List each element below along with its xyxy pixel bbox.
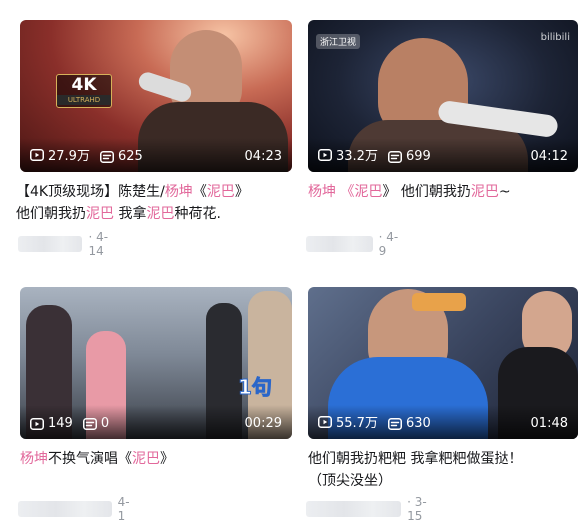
uploader-name-blurred[interactable] — [18, 501, 112, 517]
play-count-icon — [30, 417, 44, 430]
danmaku-icon — [99, 150, 114, 163]
video-thumbnail[interactable]: 4K ULTRAHD 27.9万 625 04:23 — [20, 20, 292, 172]
comments-stat: 699 — [387, 149, 431, 164]
video-meta: · 3-15 — [306, 495, 437, 523]
danmaku-icon — [387, 417, 402, 430]
play-count-icon — [318, 415, 332, 428]
video-meta: · 4-9 — [306, 230, 402, 258]
video-meta: 4-1 — [18, 495, 136, 523]
play-count-icon — [30, 148, 44, 161]
video-duration: 01:48 — [530, 416, 568, 431]
video-title[interactable]: 【4K顶级现场】陈楚生/杨坤《泥巴》 他们朝我扔泥巴 我拿泥巴种荷花. — [16, 181, 292, 225]
comments-stat: 0 — [82, 416, 109, 431]
upload-date: · 3-15 — [407, 495, 427, 523]
video-title[interactable]: 杨坤 《泥巴》 他们朝我扔泥巴~ — [308, 181, 584, 203]
views-stat: 27.9万 — [30, 145, 90, 164]
views-stat: 55.7万 — [318, 412, 378, 431]
video-duration: 00:29 — [244, 416, 282, 431]
uploader-name-blurred[interactable] — [306, 236, 373, 252]
play-count-icon — [318, 148, 332, 161]
video-thumbnail[interactable]: 浙江卫视 bilibili 33.2万 699 04:12 — [308, 20, 578, 172]
video-duration: 04:12 — [530, 149, 568, 164]
comments-stat: 625 — [99, 149, 143, 164]
video-title[interactable]: 他们朝我扔粑粑 我拿粑粑做蛋挞！ （顶尖没坐） — [308, 448, 584, 492]
video-thumbnail[interactable]: 55.7万 630 01:48 — [308, 287, 578, 439]
4k-badge: 4K ULTRAHD — [56, 74, 112, 108]
uploader-name-blurred[interactable] — [18, 236, 83, 252]
overlay-caption: 1句 — [238, 375, 273, 400]
video-title[interactable]: 杨坤不换气演唱《泥巴》 — [20, 448, 296, 470]
video-thumbnail[interactable]: 1句 149 0 00:29 — [20, 287, 292, 439]
uploader-name-blurred[interactable] — [306, 501, 402, 517]
video-stats-bar: 27.9万 625 04:23 — [20, 138, 292, 172]
video-stats-bar: 149 0 00:29 — [20, 405, 292, 439]
channel-logo: 浙江卫视 — [316, 34, 361, 49]
views-stat: 149 — [30, 416, 73, 431]
danmaku-icon — [82, 417, 97, 430]
video-stats-bar: 33.2万 699 04:12 — [308, 138, 578, 172]
upload-date: · 4-14 — [88, 230, 109, 258]
bilibili-watermark: bilibili — [540, 32, 570, 43]
upload-date: 4-1 — [117, 495, 130, 523]
views-stat: 33.2万 — [318, 145, 378, 164]
video-meta: · 4-14 — [18, 230, 117, 258]
video-stats-bar: 55.7万 630 01:48 — [308, 405, 578, 439]
danmaku-icon — [387, 150, 402, 163]
sunglasses — [412, 293, 466, 311]
video-duration: 04:23 — [244, 149, 282, 164]
comments-stat: 630 — [387, 416, 431, 431]
upload-date: · 4-9 — [378, 230, 399, 258]
